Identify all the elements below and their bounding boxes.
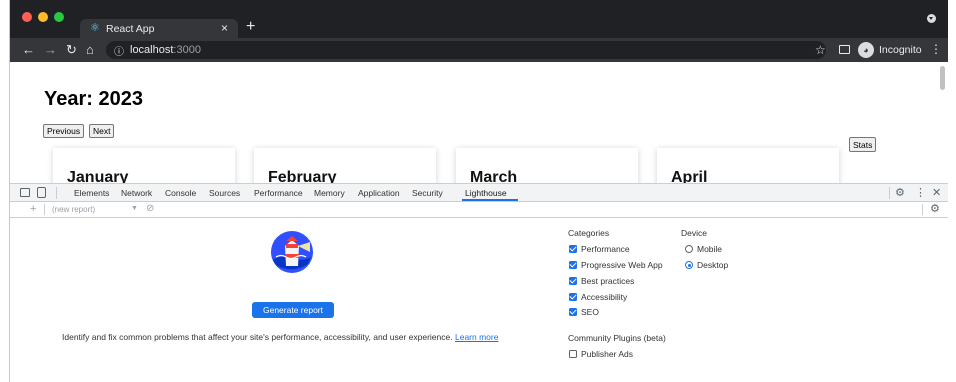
browser-window: ⚛ React App × + ← → ↻ ⌂ ⓘ localhost:3000…	[9, 0, 948, 382]
tab-security[interactable]: Security	[412, 188, 443, 198]
page-viewport: Year: 2023 Previous Next Stats January F…	[10, 62, 948, 183]
month-card-march: March	[456, 148, 638, 183]
add-report-icon[interactable]: +	[30, 203, 36, 215]
checkbox-checked-icon[interactable]	[569, 277, 577, 285]
separator	[56, 187, 57, 199]
clear-report-icon[interactable]: ⊘	[146, 203, 154, 214]
lighthouse-logo-icon	[271, 231, 313, 273]
lighthouse-panel: Generate report Identify and fix common …	[10, 218, 948, 382]
separator	[44, 204, 45, 215]
previous-button[interactable]: Previous	[43, 124, 85, 138]
inspect-element-icon[interactable]	[20, 188, 30, 197]
browser-menu-icon[interactable]: ⋮	[930, 42, 942, 56]
year-heading: Year: 2023	[44, 88, 143, 110]
month-title: January	[67, 169, 129, 183]
device-toolbar-icon[interactable]	[37, 187, 46, 198]
browser-tab[interactable]: ⚛ React App ×	[80, 19, 238, 39]
tab-memory[interactable]: Memory	[314, 188, 345, 198]
incognito-label[interactable]: Incognito	[879, 44, 922, 56]
react-icon: ⚛	[90, 22, 100, 34]
url-text: localhost:3000	[130, 44, 201, 56]
month-title: April	[671, 169, 708, 183]
month-card-april: April	[657, 148, 839, 183]
tab-search-icon[interactable]	[927, 14, 936, 23]
device-heading: Device	[681, 228, 707, 238]
reload-icon[interactable]: ↻	[66, 42, 77, 58]
maximize-window-button[interactable]	[54, 12, 64, 22]
tab-lighthouse[interactable]: Lighthouse	[465, 188, 507, 198]
stats-button[interactable]: Stats	[849, 137, 877, 152]
settings-gear-icon[interactable]: ⚙	[895, 186, 905, 199]
back-icon[interactable]: ←	[22, 42, 35, 58]
new-tab-button[interactable]: +	[246, 18, 255, 36]
category-performance[interactable]: Performance	[569, 244, 630, 254]
tab-console[interactable]: Console	[165, 188, 196, 198]
radio-unselected-icon[interactable]	[685, 245, 693, 253]
device-mobile[interactable]: Mobile	[685, 244, 722, 254]
lighthouse-description: Identify and fix common problems that af…	[62, 332, 499, 342]
radio-selected-icon[interactable]	[685, 261, 693, 269]
tab-close-icon[interactable]: ×	[221, 21, 228, 35]
category-best-practices[interactable]: Best practices	[569, 276, 634, 286]
tab-strip: ⚛ React App × +	[10, 0, 948, 39]
lighthouse-settings-icon[interactable]: ⚙	[930, 202, 940, 215]
report-dropdown-icon[interactable]: ▼	[131, 205, 138, 212]
report-select[interactable]: (new report)	[52, 205, 95, 214]
tab-application[interactable]: Application	[358, 188, 400, 198]
checkbox-checked-icon[interactable]	[569, 293, 577, 301]
tab-performance[interactable]: Performance	[254, 188, 303, 198]
tab-elements[interactable]: Elements	[74, 188, 109, 198]
active-tab-indicator	[462, 199, 518, 201]
home-icon[interactable]: ⌂	[86, 42, 94, 58]
close-devtools-icon[interactable]: ✕	[932, 186, 941, 199]
checkbox-checked-icon[interactable]	[569, 261, 577, 269]
device-desktop[interactable]: Desktop	[685, 260, 728, 270]
month-title: March	[470, 169, 518, 183]
categories-heading: Categories	[568, 228, 610, 238]
address-bar[interactable]: ⓘ localhost:3000	[106, 41, 826, 59]
tab-network[interactable]: Network	[121, 188, 152, 198]
checkbox-checked-icon[interactable]	[569, 245, 577, 253]
site-info-icon[interactable]: ⓘ	[114, 43, 124, 58]
incognito-icon[interactable]: ◕	[858, 42, 874, 58]
close-window-button[interactable]	[22, 12, 32, 22]
cast-icon[interactable]	[839, 45, 850, 54]
devtools-menu-icon[interactable]: ⋮	[915, 186, 926, 199]
plugins-heading: Community Plugins (beta)	[568, 333, 666, 343]
browser-toolbar: ← → ↻ ⌂ ⓘ localhost:3000 ☆ ◕ Incognito ⋮	[10, 38, 948, 62]
category-seo[interactable]: SEO	[569, 307, 599, 317]
checkbox-unchecked-icon[interactable]	[569, 350, 577, 358]
plugin-publisher-ads[interactable]: Publisher Ads	[569, 349, 633, 359]
checkbox-checked-icon[interactable]	[569, 308, 577, 316]
learn-more-link[interactable]: Learn more	[455, 332, 498, 342]
month-title: February	[268, 169, 337, 183]
category-pwa[interactable]: Progressive Web App	[569, 260, 663, 270]
devtools-tab-bar: Elements Network Console Sources Perform…	[10, 183, 948, 202]
page-scrollbar[interactable]	[940, 66, 945, 90]
minimize-window-button[interactable]	[38, 12, 48, 22]
tab-sources[interactable]: Sources	[209, 188, 240, 198]
separator	[922, 204, 923, 215]
month-card-february: February	[254, 148, 436, 183]
lighthouse-report-bar: + (new report) ▼ ⊘ ⚙	[10, 202, 948, 218]
bookmark-star-icon[interactable]: ☆	[815, 43, 826, 57]
generate-report-button[interactable]: Generate report	[252, 302, 334, 318]
month-card-january: January	[53, 148, 235, 183]
tab-title: React App	[106, 23, 155, 35]
separator	[889, 187, 890, 199]
next-button[interactable]: Next	[89, 124, 115, 138]
category-accessibility[interactable]: Accessibility	[569, 292, 627, 302]
forward-icon[interactable]: →	[44, 42, 57, 58]
